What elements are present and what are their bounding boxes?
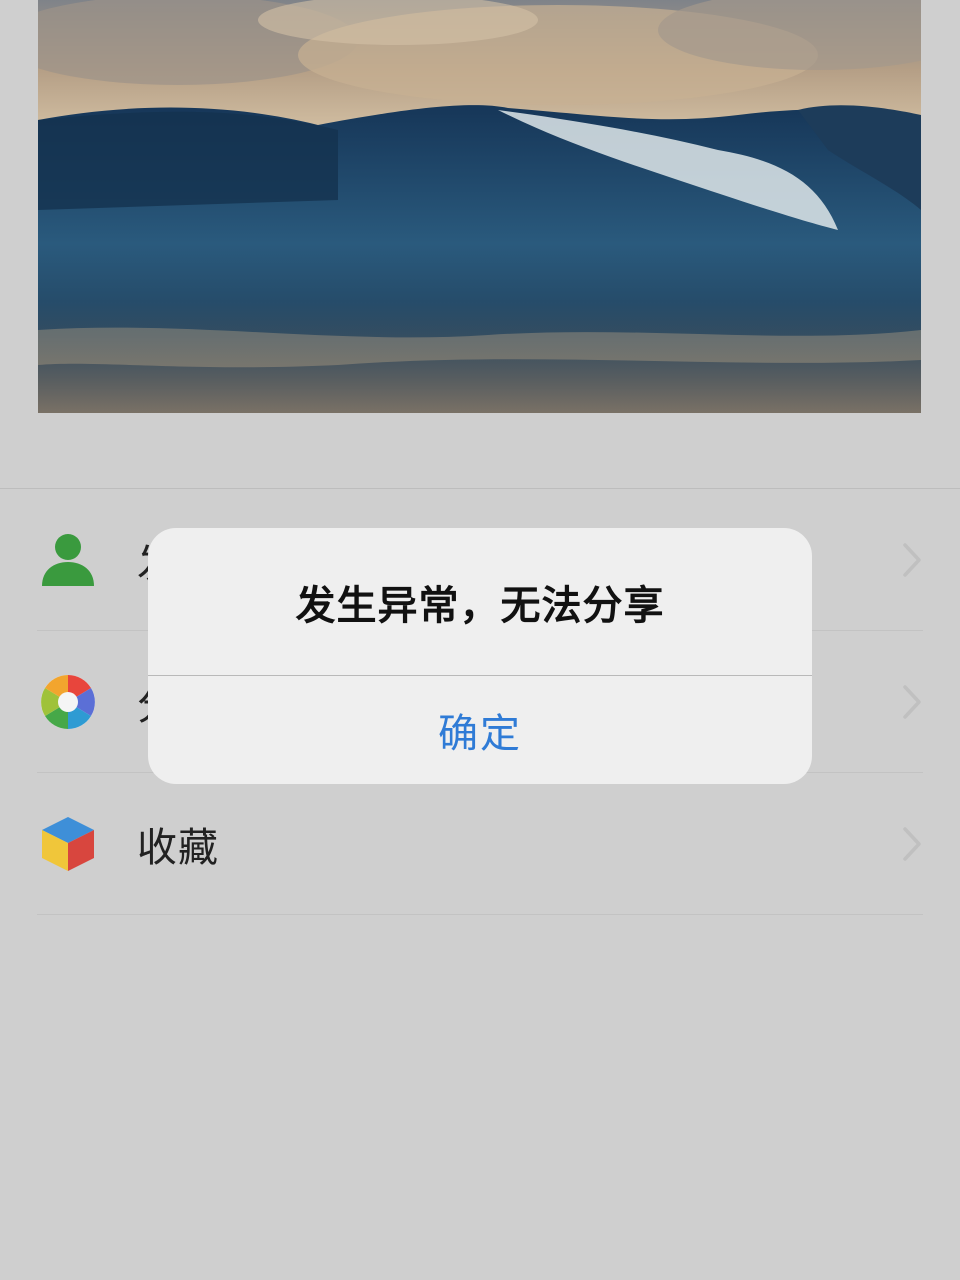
menu-item-label: 收藏: [137, 825, 219, 871]
alert-dialog: 发生异常，无法分享 确定: [148, 528, 812, 784]
confirm-button[interactable]: 确定: [148, 676, 812, 784]
menu-item-favorites[interactable]: 收藏: [0, 773, 960, 915]
chevron-right-icon: [903, 543, 921, 577]
cube-icon: [42, 817, 94, 871]
chevron-right-icon: [903, 827, 921, 861]
wave-illustration: [38, 0, 921, 413]
chevron-right-icon: [903, 685, 921, 719]
preview-image: [38, 0, 921, 413]
row-separator: [37, 914, 923, 915]
person-icon: [42, 534, 94, 586]
shutter-icon: [41, 675, 95, 729]
alert-message: 发生异常，无法分享: [295, 582, 665, 629]
